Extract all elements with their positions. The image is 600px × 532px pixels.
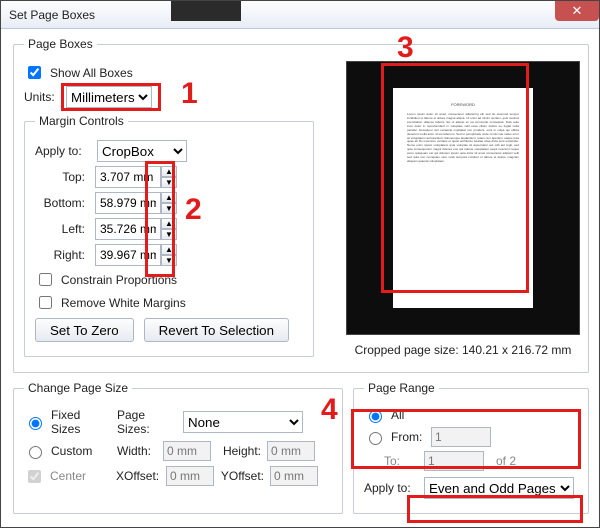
preview-page-text: Lorem ipsum dolor sit amet, consectetur … xyxy=(407,113,519,164)
remove-white-checkbox[interactable] xyxy=(39,296,52,309)
preview-stage: FOREWORD Lorem ipsum dolor sit amet, con… xyxy=(346,61,580,335)
center-label: Center xyxy=(50,469,110,483)
preview-panel: FOREWORD Lorem ipsum dolor sit amet, con… xyxy=(346,61,580,357)
apply-to-select[interactable]: CropBox xyxy=(97,140,187,162)
margin-bottom-up[interactable]: ▲ xyxy=(161,192,177,203)
margin-right-down[interactable]: ▼ xyxy=(161,255,177,266)
margin-right-input[interactable] xyxy=(95,244,161,266)
custom-radio[interactable] xyxy=(29,446,42,459)
change-page-size-legend: Change Page Size xyxy=(24,381,132,395)
fixed-sizes-radio[interactable] xyxy=(29,417,42,430)
margin-top-down[interactable]: ▼ xyxy=(161,177,177,188)
page-boxes-group: Page Boxes Show All Boxes Units: Millime… xyxy=(13,37,589,373)
width-input xyxy=(163,441,211,461)
margin-controls-group: Margin Controls Apply to: CropBox Top: ▲… xyxy=(24,114,314,357)
set-to-zero-button[interactable]: Set To Zero xyxy=(35,318,134,342)
apply-to-label: Apply to: xyxy=(35,144,91,158)
margin-top-label: Top: xyxy=(35,170,85,184)
constrain-checkbox[interactable] xyxy=(39,273,52,286)
page-boxes-legend: Page Boxes xyxy=(24,37,97,51)
close-icon: ✕ xyxy=(572,3,583,19)
margin-left-input[interactable] xyxy=(95,218,161,240)
revert-button[interactable]: Revert To Selection xyxy=(144,318,289,342)
show-all-boxes-checkbox[interactable] xyxy=(28,66,41,79)
width-label: Width: xyxy=(117,444,157,458)
center-checkbox xyxy=(28,470,41,483)
margin-top-up[interactable]: ▲ xyxy=(161,166,177,177)
units-select[interactable]: Millimeters xyxy=(66,86,152,108)
page-range-legend: Page Range xyxy=(364,381,439,395)
custom-label: Custom xyxy=(51,444,111,458)
window-title: Set Page Boxes xyxy=(9,8,95,22)
margin-bottom-input[interactable] xyxy=(95,192,161,214)
change-page-size-group: Change Page Size Fixed Sizes Page Sizes:… xyxy=(13,381,343,514)
pr-apply-to-label: Apply to: xyxy=(364,481,418,495)
height-label: Height: xyxy=(217,444,261,458)
remove-white-label: Remove White Margins xyxy=(61,296,186,310)
preview-page: FOREWORD Lorem ipsum dolor sit amet, con… xyxy=(393,88,533,308)
page-range-group: Page Range All From: To: of 2 Apply to: … xyxy=(353,381,589,514)
titlebar-shadow xyxy=(171,1,241,21)
page-sizes-label: Page Sizes: xyxy=(117,408,177,436)
from-input xyxy=(431,427,491,447)
margin-right-label: Right: xyxy=(35,248,85,262)
of-text: of 2 xyxy=(496,454,516,468)
from-label: From: xyxy=(391,430,425,444)
from-radio[interactable] xyxy=(369,432,382,445)
xoffset-label: XOffset: xyxy=(116,469,160,483)
to-label: To: xyxy=(384,454,418,468)
margin-right-up[interactable]: ▲ xyxy=(161,244,177,255)
to-input xyxy=(424,451,484,471)
constrain-label: Constrain Proportions xyxy=(61,273,177,287)
margin-left-label: Left: xyxy=(35,222,85,236)
margin-left-down[interactable]: ▼ xyxy=(161,229,177,240)
page-sizes-select[interactable]: None xyxy=(183,411,303,433)
preview-caption: Cropped page size: 140.21 x 216.72 mm xyxy=(346,343,580,357)
xoffset-input xyxy=(166,466,214,486)
height-input xyxy=(267,441,315,461)
fixed-sizes-label: Fixed Sizes xyxy=(51,408,111,436)
show-all-boxes-label: Show All Boxes xyxy=(50,66,133,80)
units-label: Units: xyxy=(24,90,60,104)
close-button[interactable]: ✕ xyxy=(555,1,599,21)
margin-bottom-down[interactable]: ▼ xyxy=(161,203,177,214)
margin-controls-legend: Margin Controls xyxy=(35,114,128,128)
margin-top-input[interactable] xyxy=(95,166,161,188)
preview-page-header: FOREWORD xyxy=(407,102,519,107)
margin-left-up[interactable]: ▲ xyxy=(161,218,177,229)
yoffset-label: YOffset: xyxy=(220,469,264,483)
pr-apply-to-select[interactable]: Even and Odd Pages xyxy=(424,477,574,499)
all-radio[interactable] xyxy=(369,410,382,423)
all-label: All xyxy=(391,408,404,422)
margin-bottom-label: Bottom: xyxy=(35,196,85,210)
yoffset-input xyxy=(270,466,318,486)
